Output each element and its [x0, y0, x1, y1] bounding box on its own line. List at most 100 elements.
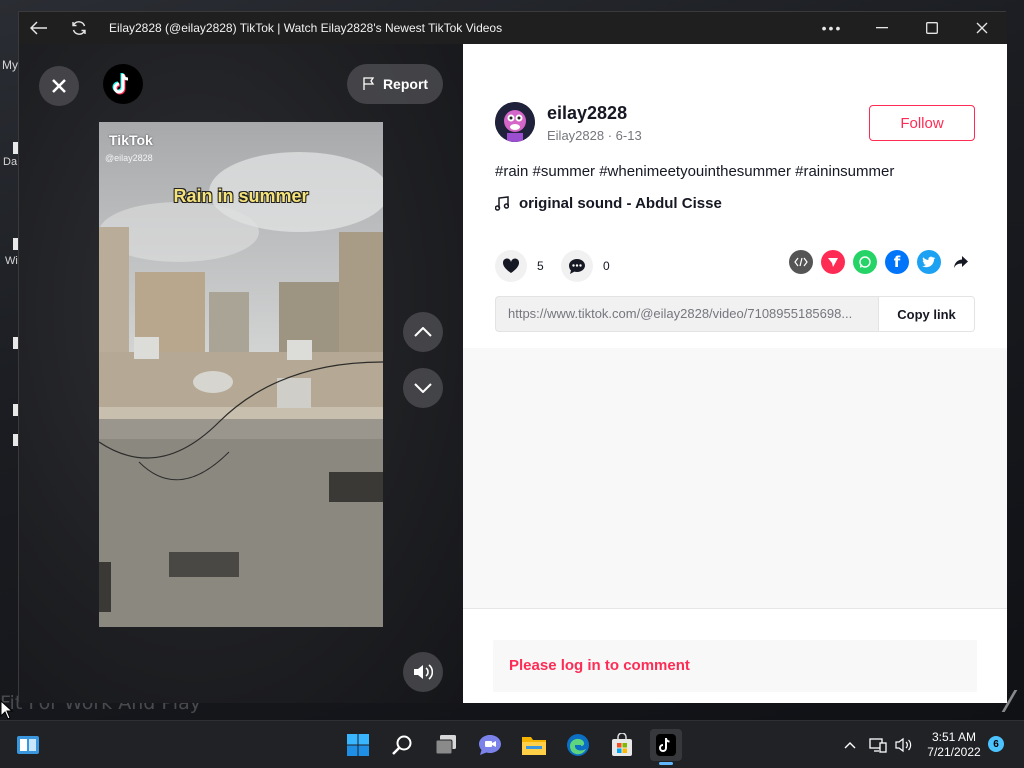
post-meta: Eilay2828 · 6-13: [547, 128, 642, 143]
video-caption: Rain in summer: [173, 186, 309, 206]
desktop-icon-label[interactable]: My: [2, 58, 18, 72]
desktop-icon-label[interactable]: Wi: [5, 255, 18, 267]
post-details-pane: eilay2828 Eilay2828 · 6-13 Follow #rain …: [463, 44, 1007, 703]
taskbar: 3:51 AM 7/21/2022: [0, 720, 1024, 768]
avatar-image: [495, 102, 535, 142]
chevron-down-icon: [414, 383, 432, 393]
video-handle: @eilay2828: [105, 153, 153, 163]
share-icons: f: [789, 250, 973, 274]
close-window-button[interactable]: [957, 12, 1007, 44]
tiktok-logo-icon: [112, 73, 129, 95]
clock-date: 7/21/2022: [927, 745, 981, 759]
more-options-button[interactable]: •••: [807, 12, 857, 44]
video-link-box: https://www.tiktok.com/@eilay2828/video/…: [495, 296, 975, 332]
comment-stat: 0: [561, 250, 610, 282]
facebook-icon[interactable]: f: [885, 250, 909, 274]
maximize-icon: [926, 22, 938, 34]
more-icon: •••: [821, 20, 843, 36]
twitter-icon[interactable]: [917, 250, 941, 274]
edge-icon: [567, 734, 589, 756]
chat-icon: [479, 735, 501, 755]
avatar[interactable]: [495, 102, 535, 142]
send-icon[interactable]: [821, 250, 845, 274]
widgets-icon: [17, 736, 39, 754]
close-icon: [52, 79, 66, 93]
video-player[interactable]: TikTok @eilay2828 Rain in summer: [99, 122, 383, 627]
tiktok-taskbar-button[interactable]: [650, 729, 682, 765]
refresh-button[interactable]: [59, 12, 99, 44]
minimize-icon: [876, 27, 888, 29]
widgets-button[interactable]: [12, 729, 44, 761]
next-video-button[interactable]: [403, 368, 443, 408]
maximize-button[interactable]: [907, 12, 957, 44]
network-button[interactable]: [864, 729, 892, 761]
meta-separator: ·: [604, 128, 616, 143]
like-button[interactable]: [495, 250, 527, 282]
comment-count: 0: [603, 259, 610, 273]
refresh-icon: [72, 21, 86, 35]
comment-button[interactable]: [561, 250, 593, 282]
like-stat: 5: [495, 250, 544, 282]
start-button[interactable]: [342, 729, 374, 761]
report-button[interactable]: Report: [347, 64, 443, 104]
tiktok-app-window: Eilay2828 (@eilay2828) TikTok | Watch Ei…: [18, 11, 1007, 703]
volume-tray-button[interactable]: [890, 729, 918, 761]
store-button[interactable]: [606, 729, 638, 761]
folder-icon: [522, 737, 546, 755]
video-link[interactable]: https://www.tiktok.com/@eilay2828/video/…: [496, 297, 878, 331]
teams-chat-button[interactable]: [474, 729, 506, 761]
post-date: 6-13: [615, 128, 642, 143]
clock[interactable]: 3:51 AM 7/21/2022: [920, 730, 988, 760]
comment-icon: [569, 258, 585, 274]
search-button[interactable]: [386, 729, 418, 761]
hashtags[interactable]: #rain #summer #whenimeetyouinthesummer #…: [495, 163, 894, 180]
flag-icon: [363, 77, 375, 90]
task-view-icon: [435, 735, 456, 755]
back-button[interactable]: [19, 12, 59, 44]
back-arrow-icon: [30, 21, 47, 35]
chevron-up-icon: [414, 327, 432, 337]
active-indicator: [659, 762, 673, 765]
login-to-comment[interactable]: Please log in to comment: [493, 640, 977, 692]
show-hidden-icons-button[interactable]: [836, 729, 864, 761]
windows-logo-icon: [347, 734, 369, 756]
minimize-button[interactable]: [857, 12, 907, 44]
share-arrow-icon[interactable]: [949, 250, 973, 274]
divider: [463, 608, 1007, 609]
store-icon: [612, 733, 632, 756]
display-name: Eilay2828: [547, 128, 605, 143]
clock-time: 3:51 AM: [931, 730, 977, 744]
close-video-button[interactable]: [39, 66, 79, 106]
comments-area: [463, 348, 1007, 608]
sound-link[interactable]: original sound - Abdul Cisse: [495, 195, 722, 212]
task-view-button[interactable]: [430, 729, 462, 761]
whatsapp-icon[interactable]: [853, 250, 877, 274]
heart-icon: [502, 258, 520, 273]
volume-button[interactable]: [403, 652, 443, 692]
tiktok-logo[interactable]: [103, 64, 143, 104]
notification-badge[interactable]: 6: [988, 736, 1004, 752]
embed-icon[interactable]: [789, 250, 813, 274]
report-label: Report: [382, 76, 429, 92]
desktop-icon-label[interactable]: Da: [3, 156, 17, 168]
network-icon: [869, 738, 887, 753]
copy-link-button[interactable]: Copy link: [878, 297, 974, 331]
video-watermark: TikTok: [109, 132, 153, 148]
edge-button[interactable]: [562, 729, 594, 761]
music-note-icon: [495, 196, 509, 211]
volume-icon: [414, 664, 433, 680]
follow-button[interactable]: Follow: [869, 105, 975, 141]
sound-name: original sound - Abdul Cisse: [519, 195, 722, 212]
previous-video-button[interactable]: [403, 312, 443, 352]
like-count: 5: [537, 259, 544, 273]
speaker-icon: [895, 737, 912, 753]
close-icon: [976, 22, 988, 34]
tiktok-icon: [656, 734, 676, 756]
title-bar: Eilay2828 (@eilay2828) TikTok | Watch Ei…: [19, 12, 1007, 44]
chevron-up-icon: [844, 742, 856, 749]
file-explorer-button[interactable]: [518, 729, 550, 761]
search-icon: [392, 735, 412, 755]
username[interactable]: eilay2828: [547, 103, 627, 124]
window-title: Eilay2828 (@eilay2828) TikTok | Watch Ei…: [109, 21, 503, 35]
mouse-cursor-icon: [0, 700, 14, 720]
